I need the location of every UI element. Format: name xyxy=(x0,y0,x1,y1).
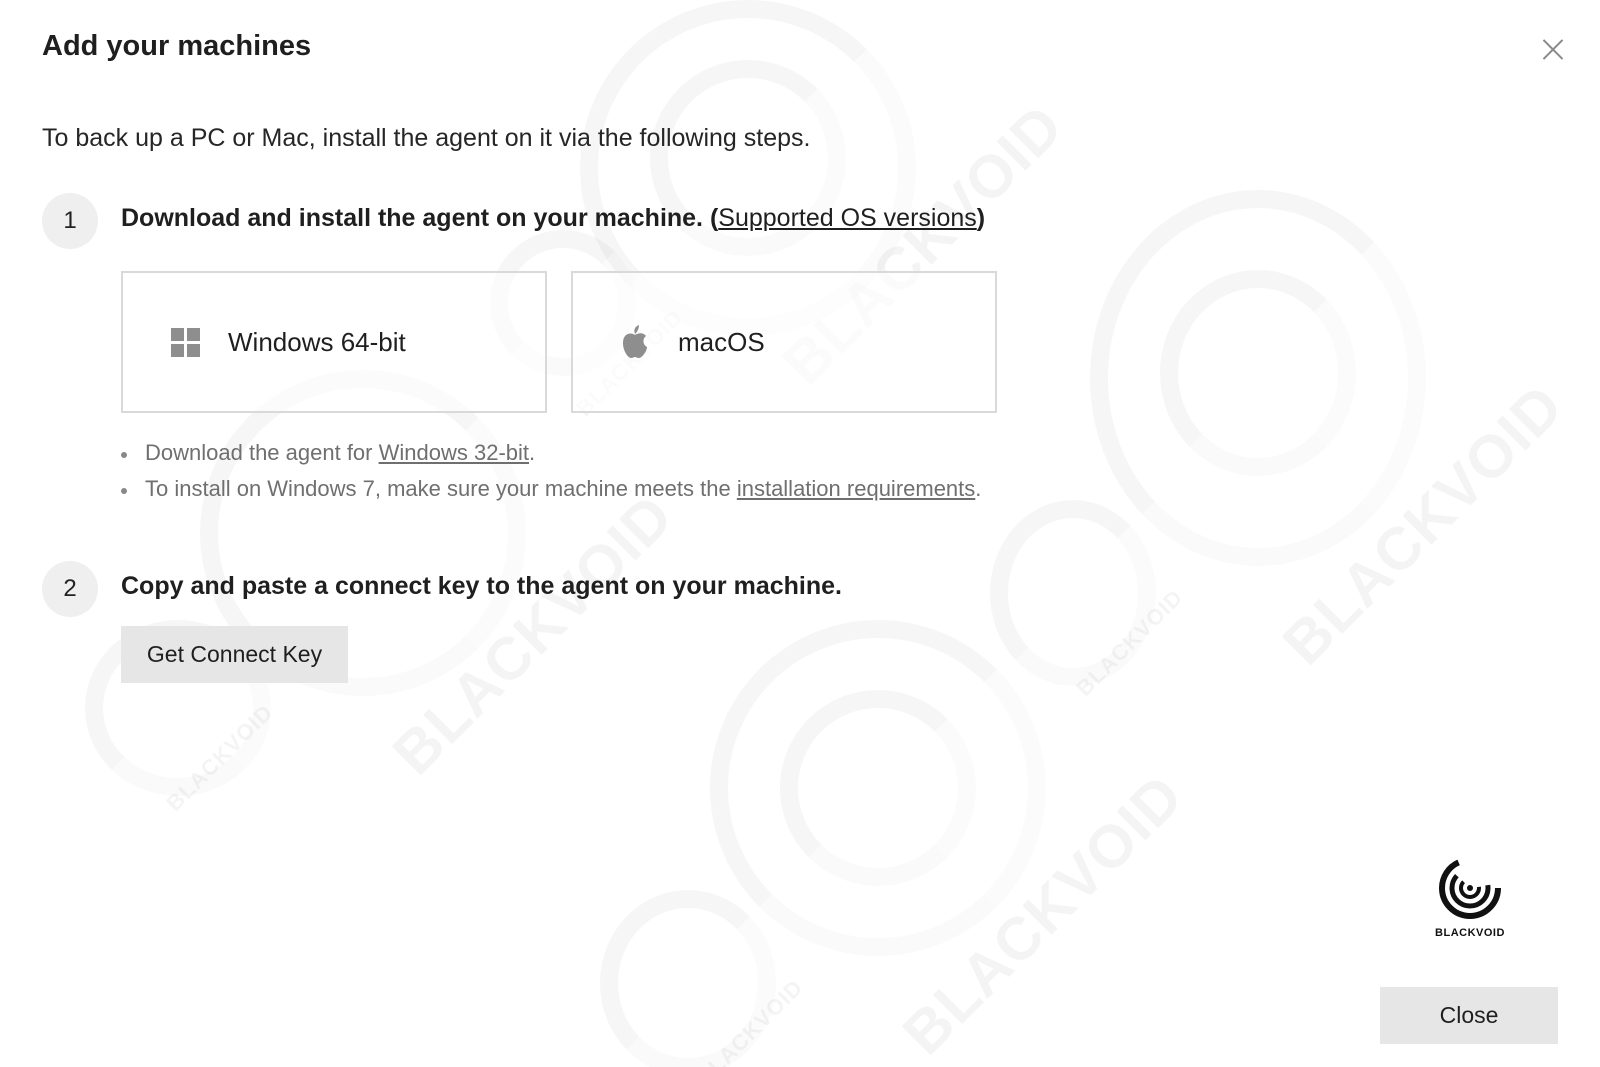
step-1-title: Download and install the agent on your m… xyxy=(121,204,985,233)
note-windows-7: To install on Windows 7, make sure your … xyxy=(121,473,981,509)
close-icon[interactable] xyxy=(1540,36,1566,62)
windows-32-bit-link[interactable]: Windows 32-bit xyxy=(379,440,529,465)
supported-os-versions-link[interactable]: Supported OS versions xyxy=(718,204,976,232)
step-1-title-end: ) xyxy=(976,204,986,232)
swirl-logo-icon xyxy=(1439,857,1501,919)
add-machines-dialog: BLACKVOID BLACKVOID BLACKVOID BLACKVOID … xyxy=(0,0,1600,1067)
brand-logo: BLACKVOID xyxy=(1430,856,1510,939)
macos-download-card[interactable]: macOS xyxy=(571,271,997,413)
download-notes-list: Download the agent for Windows 32-bit. T… xyxy=(121,437,981,509)
intro-text: To back up a PC or Mac, install the agen… xyxy=(42,124,811,152)
dialog-title: Add your machines xyxy=(42,30,312,62)
close-button[interactable]: Close xyxy=(1380,987,1558,1044)
macos-label: macOS xyxy=(678,326,765,357)
apple-icon xyxy=(620,325,650,358)
brand-name: BLACKVOID xyxy=(1435,927,1505,939)
installation-requirements-link[interactable]: installation requirements xyxy=(737,476,975,501)
windows-64-download-card[interactable]: Windows 64-bit xyxy=(121,271,547,413)
note-2-text: To install on Windows 7, make sure your … xyxy=(145,476,737,501)
note-2-suffix: . xyxy=(975,476,982,501)
step-number-2: 2 xyxy=(42,561,98,617)
note-1-suffix: . xyxy=(529,440,536,465)
note-windows-32: Download the agent for Windows 32-bit. xyxy=(121,437,981,473)
step-2-title: Copy and paste a connect key to the agen… xyxy=(121,572,842,600)
windows-icon xyxy=(170,327,200,357)
watermark-layer: BLACKVOID BLACKVOID BLACKVOID BLACKVOID … xyxy=(0,0,1600,1067)
get-connect-key-button[interactable]: Get Connect Key xyxy=(121,626,348,683)
note-1-text: Download the agent for xyxy=(145,440,379,465)
windows-64-label: Windows 64-bit xyxy=(228,326,406,357)
step-number-1: 1 xyxy=(42,193,98,249)
step-1-title-text: Download and install the agent on your m… xyxy=(121,204,719,232)
